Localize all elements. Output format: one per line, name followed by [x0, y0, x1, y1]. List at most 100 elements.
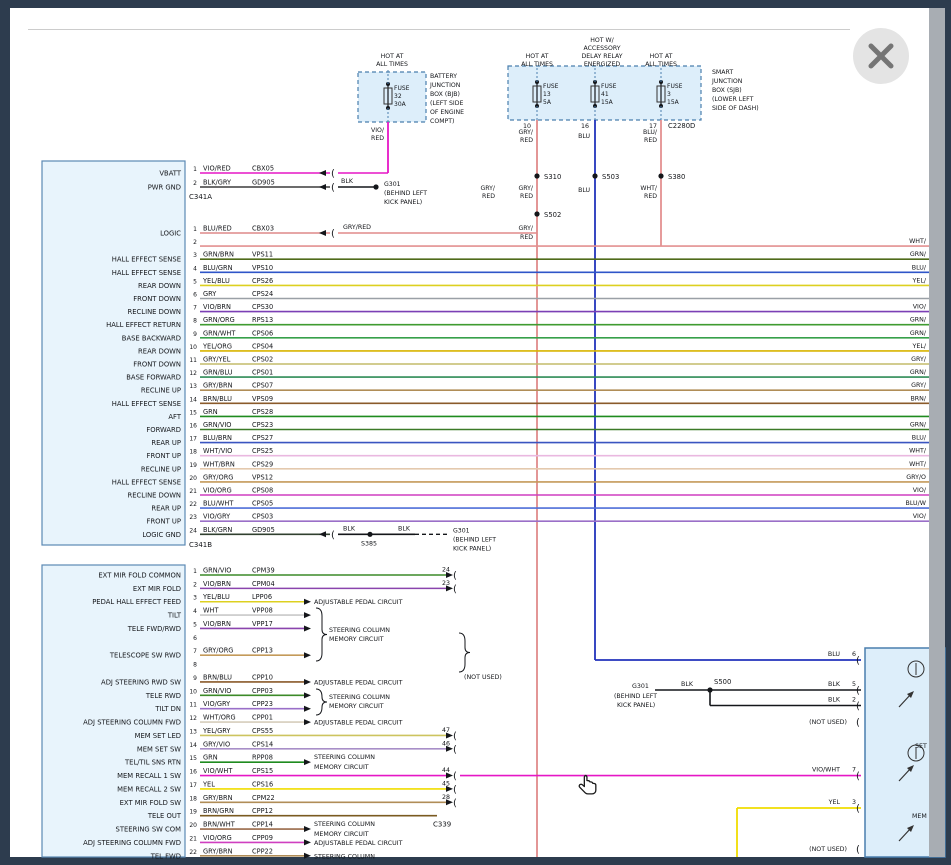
- diagram-label: GD905: [252, 179, 275, 187]
- diagram-label: HOT AT: [526, 53, 549, 60]
- diagram-label: 7: [193, 648, 197, 655]
- diagram-label: HALL EFFECT SENSE: [112, 256, 181, 264]
- diagram-label: CPS30: [252, 303, 273, 311]
- arrowhead: [304, 625, 311, 631]
- diagram-label: 3: [667, 91, 671, 98]
- diagram-label: REAR UP: [151, 439, 181, 447]
- diagram-label: WHT/: [640, 185, 658, 192]
- diagram-label: 23: [189, 514, 197, 521]
- diagram-label: ADJUSTABLE PEDAL CIRCUIT: [314, 840, 403, 847]
- diagram-label: 12: [189, 370, 197, 377]
- diagram-label: MEM RECALL 1 SW: [117, 772, 181, 780]
- diagram-label: KICK PANEL): [617, 702, 655, 709]
- diagram-label: 5: [193, 278, 197, 285]
- diagram-label: RED: [520, 193, 533, 200]
- diagram-label: OF ENGINE: [430, 109, 464, 116]
- diagram-label: GRY/: [911, 382, 927, 389]
- inline-connector-arc: (: [856, 804, 860, 815]
- inline-connector-arc: (: [331, 530, 335, 541]
- diagram-label: YEL: [828, 799, 841, 806]
- brace: [316, 608, 327, 661]
- close-button[interactable]: [853, 28, 909, 84]
- diagram-label: CBX05: [252, 165, 274, 173]
- diagram-label: 2: [193, 239, 197, 246]
- diagram-label: 45: [442, 780, 450, 787]
- diagram-label: STEERING COLUMN: [329, 694, 390, 701]
- diagram-label: CPS29: [252, 460, 273, 468]
- diagram-label: VPS11: [252, 251, 273, 259]
- diagram-label: 1: [193, 166, 197, 173]
- diagram-label: GRN: [203, 408, 218, 416]
- diagram-label: 24: [442, 567, 450, 574]
- diagram-label: JUNCTION: [711, 78, 743, 85]
- diagram-label: GRN/: [910, 422, 927, 429]
- diagram-label: WHT/BRN: [203, 460, 235, 468]
- diagram-label: RED: [644, 193, 657, 200]
- diagram-label: 8: [193, 662, 197, 669]
- diagram-label: CPS05: [252, 500, 273, 508]
- diagram-label: ADJUSTABLE PEDAL CIRCUIT: [314, 720, 403, 727]
- diagram-label: 13: [189, 728, 197, 735]
- diagram-label: CPP13: [252, 647, 273, 655]
- diagram-label: GRN/BRN: [203, 251, 234, 259]
- inline-connector-arc: (: [453, 731, 457, 742]
- diagram-label: FUSE: [543, 83, 559, 90]
- diagram-label: GRN/VIO: [203, 687, 232, 695]
- diagram-label: CPP01: [252, 714, 273, 722]
- diagram-label: 21: [189, 835, 197, 842]
- diagram-label: VPS12: [252, 473, 273, 481]
- inline-connector-arc: (: [331, 183, 335, 194]
- diagram-label: 18: [189, 449, 197, 456]
- diagram-label: BLK: [828, 681, 841, 688]
- diagram-label: BLU/W: [906, 500, 927, 507]
- diagram-label: BRN/WHT: [203, 821, 236, 829]
- diagram-label: 2: [852, 697, 856, 704]
- diagram-label: BLK/GRN: [203, 526, 232, 534]
- diagram-label: GRY/: [480, 185, 495, 192]
- diagram-label: 15: [189, 755, 197, 762]
- arrowhead: [304, 612, 311, 618]
- diagram-label: HOT AT: [650, 53, 673, 60]
- diagram-label: PEDAL HALL EFFECT FEED: [92, 598, 181, 606]
- diagram-label: 12: [189, 715, 197, 722]
- diagram-label: 18: [189, 795, 197, 802]
- diagram-label: BLU/GRN: [203, 264, 233, 272]
- diagram-label: RED: [520, 137, 533, 144]
- diagram-label: CPP22: [252, 847, 273, 855]
- diagram-label: 1: [193, 226, 197, 233]
- diagram-label: CPM22: [252, 794, 275, 802]
- diagram-label: VIO/WHT: [203, 767, 233, 775]
- diagram-label: WHT: [203, 607, 219, 615]
- arrowhead: [304, 599, 311, 605]
- diagram-label: CPM04: [252, 580, 275, 588]
- diagram-label: WHT/: [909, 238, 927, 245]
- diagram-label: MEMORY CIRCUIT: [314, 764, 369, 771]
- diagram-label: CPS08: [252, 487, 273, 495]
- diagram-label: BLU: [578, 133, 590, 140]
- diagram-label: 3: [852, 799, 856, 806]
- diagram-label: TEL FWD: [150, 852, 181, 860]
- arrowhead: [304, 826, 311, 832]
- right-gutter: [929, 8, 945, 857]
- diagram-label: CPP10: [252, 673, 273, 681]
- diagram-label: RECLINE DOWN: [128, 308, 181, 316]
- inline-connector-arc: (: [856, 718, 860, 729]
- diagram-label: GRN/: [910, 317, 927, 324]
- diagram-label: VIO/ORG: [203, 487, 232, 495]
- diagram-label: ALL TIMES: [521, 61, 553, 68]
- diagram-label: 7: [852, 767, 856, 774]
- diagram-label: C341A: [189, 193, 212, 201]
- diagram-label: VBATT: [159, 170, 181, 178]
- diagram-label: BLU: [828, 651, 841, 658]
- diagram-label: STEERING COLUMN: [314, 754, 375, 761]
- diagram-label: LOGIC GND: [142, 531, 181, 539]
- diagram-label: 30A: [394, 101, 407, 108]
- diagram-label: CPM39: [252, 567, 275, 575]
- diagram-label: TELE FWD/RWD: [127, 625, 181, 633]
- diagram-label: 4: [193, 608, 197, 615]
- diagram-label: REAR DOWN: [138, 347, 181, 355]
- diagram-label: GRY/BRN: [203, 794, 233, 802]
- diagram-label: MEMORY CIRCUIT: [314, 831, 369, 838]
- diagram-label: CPS27: [252, 434, 273, 442]
- diagram-label: 22: [189, 501, 197, 508]
